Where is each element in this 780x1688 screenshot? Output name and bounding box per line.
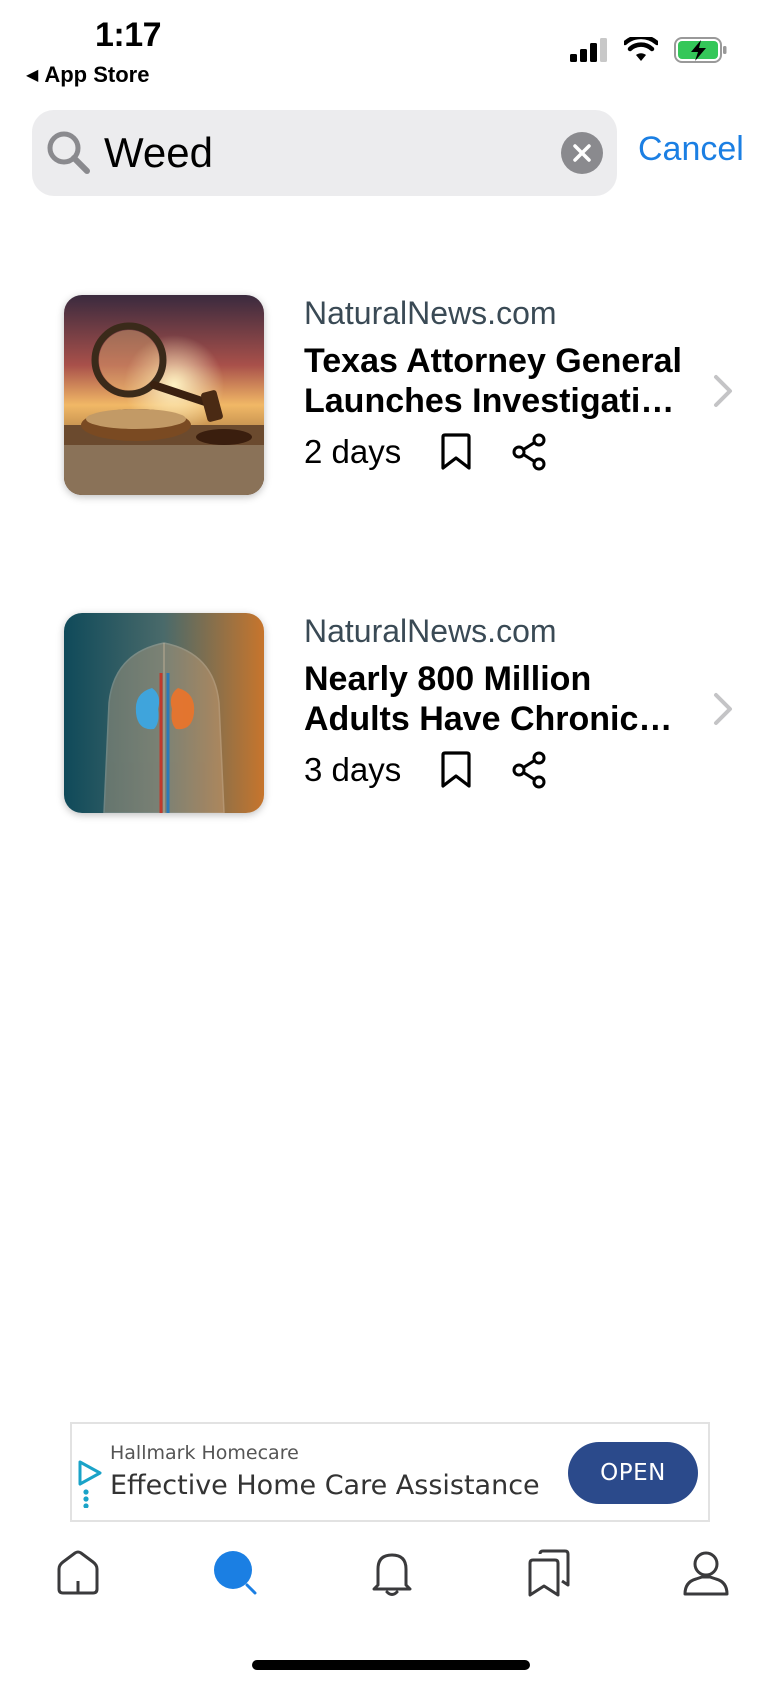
article-age: 2 days [304,433,402,470]
article-thumbnail [64,295,264,495]
tab-bookmarks[interactable] [522,1545,578,1601]
search-input[interactable] [104,124,544,182]
search-icon [47,131,90,174]
status-time: 1:17 [95,16,162,54]
bookmark-icon[interactable] [439,433,473,471]
article-source: NaturalNews.com [304,613,557,649]
back-app-label: App Store [44,62,150,87]
cellular-signal-icon [570,38,607,62]
ad-banner[interactable]: Hallmark Homecare Effective Home Care As… [70,1422,710,1522]
article-title[interactable]: Nearly 800 Million Adults Have Chronic… [304,659,704,739]
home-icon [57,1550,99,1595]
clear-search-button[interactable] [561,132,603,174]
share-icon[interactable] [511,751,547,789]
status-icons [570,36,728,64]
article-card[interactable]: NaturalNews.com Texas Attorney General L… [64,295,754,495]
back-arrow-icon: ◀ [26,67,39,84]
ad-headline[interactable]: Effective Home Care Assistance [110,1470,540,1501]
article-title[interactable]: Texas Attorney General Launches Investig… [304,341,704,421]
bookmark-icon[interactable] [439,751,473,789]
chevron-right-icon [714,693,732,725]
tab-search[interactable] [208,1545,264,1601]
wifi-icon [624,37,658,61]
close-icon [573,144,591,162]
article-source: NaturalNews.com [304,295,557,331]
tab-notifications[interactable] [364,1545,420,1601]
bell-icon [372,1553,412,1596]
profile-icon [683,1551,729,1596]
share-icon[interactable] [511,433,547,471]
bookmarks-icon [528,1549,570,1597]
home-indicator[interactable] [252,1660,530,1670]
tab-profile[interactable] [678,1545,734,1601]
back-to-app-store-link[interactable]: ◀ App Store [26,62,149,88]
search-icon [214,1551,257,1595]
article-thumbnail [64,613,264,813]
adchoices-icon[interactable] [76,1458,104,1508]
tab-home[interactable] [50,1545,106,1601]
article-age: 3 days [304,751,402,788]
chevron-right-icon [714,375,732,407]
article-meta: 2 days [304,433,585,471]
tab-bar [0,1545,780,1605]
article-card[interactable]: NaturalNews.com Nearly 800 Million Adult… [64,613,754,813]
search-bar[interactable] [32,110,617,196]
cancel-button[interactable]: Cancel [638,130,744,169]
ad-open-button[interactable]: OPEN [568,1442,698,1504]
ad-sponsor: Hallmark Homecare [110,1442,299,1464]
battery-charging-icon [674,37,727,63]
article-meta: 3 days [304,751,585,789]
